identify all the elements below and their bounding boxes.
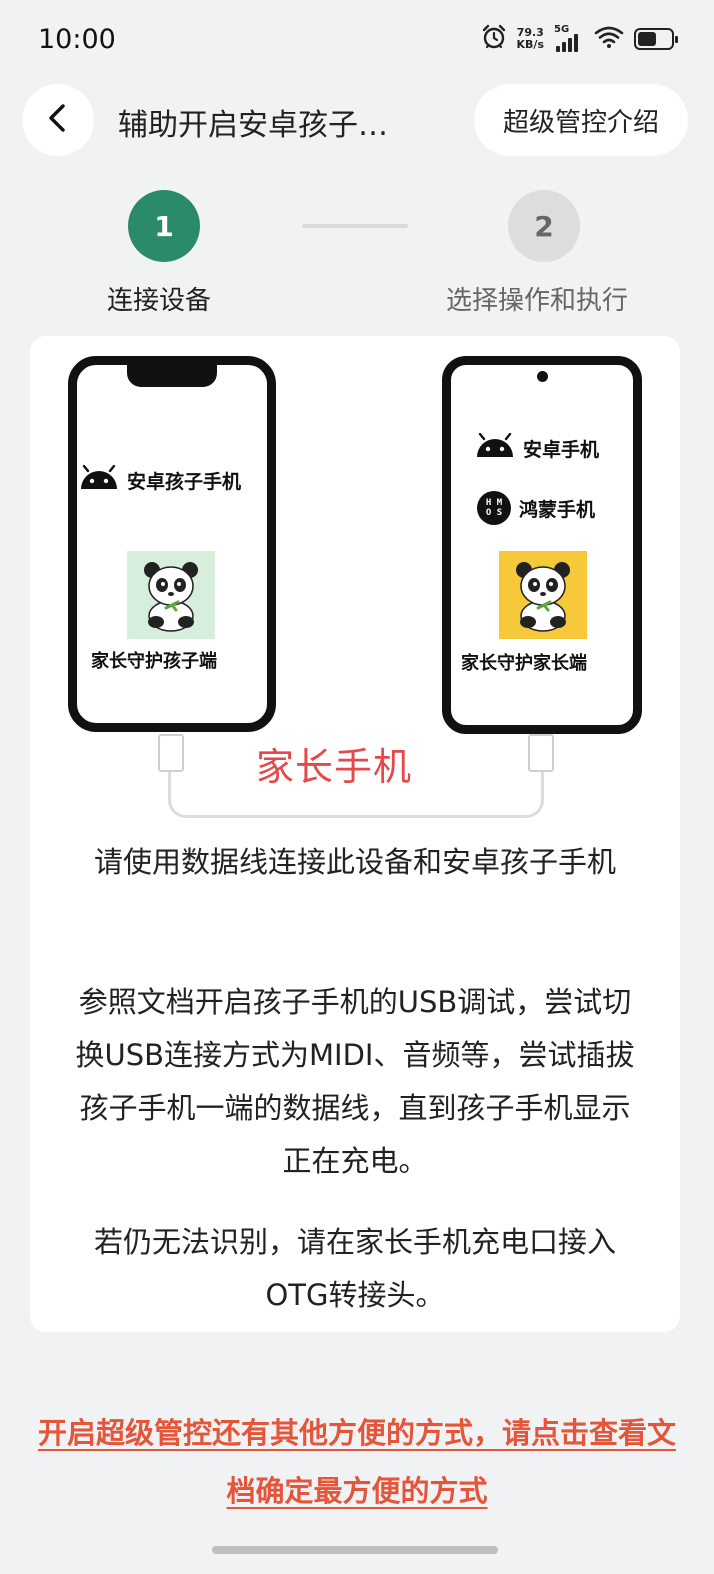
wifi-icon (594, 25, 624, 53)
parent-harmony-row: H M O S 鸿蒙手机 (477, 491, 595, 525)
child-os-label: 安卓孩子手机 (127, 471, 242, 493)
doc-link[interactable]: 开启超级管控还有其他方便的方式，请点击查看文档确定最方便的方式 (34, 1404, 680, 1520)
instruction-otg: 若仍无法识别，请在家长手机充电口接入OTG转接头。 (93, 1225, 616, 1312)
step-2-label: 选择操作和执行 (446, 286, 629, 316)
usb-connector-right (528, 734, 554, 772)
child-phone-illustration: 安卓孩子手机 家长守护孩子端 (68, 356, 276, 732)
instruction-card: 安卓孩子手机 家长守护孩子端 安卓手机 H M O S 鸿蒙手机 家长守护家长端… (30, 336, 680, 1332)
signal-icon: 5G (554, 24, 584, 52)
status-time: 10:00 (38, 24, 116, 55)
child-app-name: 家长守护孩子端 (91, 651, 217, 672)
step-1-label: 连接设备 (107, 286, 212, 316)
harmonyos-icon: H M O S (477, 491, 511, 525)
step-1-indicator: 1 (128, 190, 200, 262)
step-connector (302, 224, 408, 228)
step-2-indicator: 2 (508, 190, 580, 262)
parent-android-label: 安卓手机 (523, 439, 600, 461)
android-icon (475, 432, 515, 464)
page-title: 辅助开启安卓孩子… (118, 108, 388, 143)
parent-android-row: 安卓手机 (475, 432, 600, 464)
child-os-row: 安卓孩子手机 (79, 464, 242, 496)
parent-phone-label: 家长手机 (256, 745, 413, 789)
usb-connector-left (158, 734, 184, 772)
parent-app-name: 家长守护家长端 (461, 653, 587, 674)
instruction-usb-debug: 参照文档开启孩子手机的USB调试，尝试切换USB连接方式为MIDI、音频等，尝试… (75, 985, 635, 1178)
home-indicator[interactable] (212, 1546, 498, 1554)
android-icon (79, 464, 119, 496)
instruction-connect: 请使用数据线连接此设备和安卓孩子手机 (93, 845, 616, 879)
panda-app-icon (127, 551, 215, 639)
parent-harmony-label: 鸿蒙手机 (519, 498, 596, 521)
parent-phone-illustration: 安卓手机 H M O S 鸿蒙手机 家长守护家长端 (442, 356, 642, 734)
chevron-left-icon (45, 103, 71, 137)
intro-button[interactable]: 超级管控介绍 (474, 84, 688, 156)
battery-icon (634, 28, 678, 50)
alarm-icon (481, 24, 507, 54)
net-speed: 79.3 KB/s (516, 26, 544, 51)
status-icons: 79.3 KB/s 5G (481, 24, 678, 54)
panda-app-icon (499, 551, 587, 639)
status-bar: 10:00 79.3 KB/s 5G (0, 0, 714, 80)
back-button[interactable] (22, 84, 94, 156)
